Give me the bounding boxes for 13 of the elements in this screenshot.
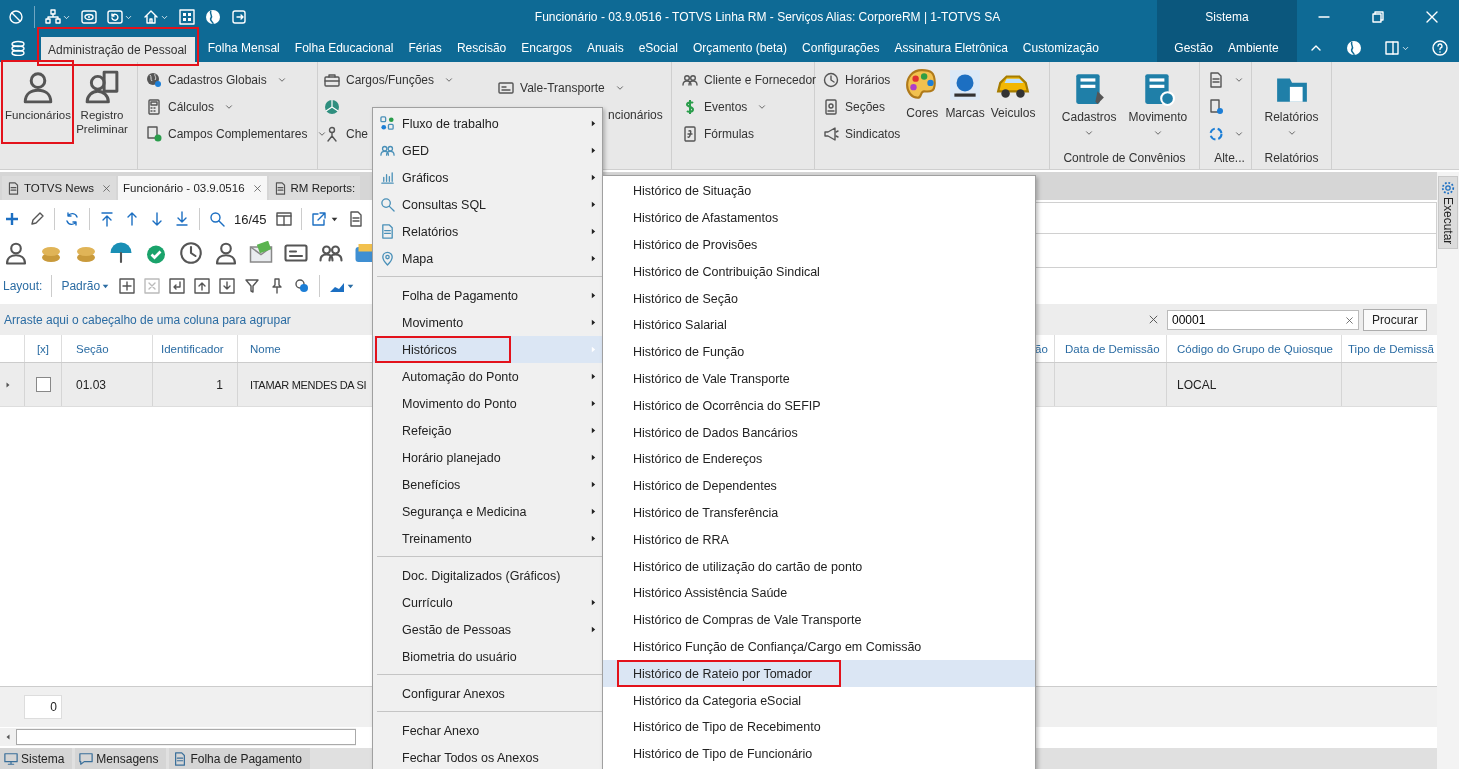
table-cell: LOCAL: [1177, 377, 1217, 392]
context-header: Sistema: [1157, 0, 1297, 34]
group-caption: Alte...: [1213, 151, 1246, 167]
group-caption: Relatórios: [1263, 151, 1320, 167]
table-cell: 01.03: [76, 377, 107, 392]
window-title: Funcionário - 03.9.0516 - TOTVS Linha RM - Serviços Alias: CorporeRM | 1-TOTVS SA: [533, 10, 1002, 24]
total-field: 0: [24, 695, 62, 719]
table-cell: 1: [216, 377, 223, 392]
group-caption: Controle de Convênios: [1062, 151, 1187, 167]
group-by-hint: Arraste aqui o cabeçalho de uma coluna para agrupar: [3, 312, 291, 327]
table-cell: ITAMAR MENDES DA SI: [250, 378, 367, 391]
layout-label: Layout:: [3, 279, 43, 293]
record-counter: 16/45: [234, 211, 267, 227]
